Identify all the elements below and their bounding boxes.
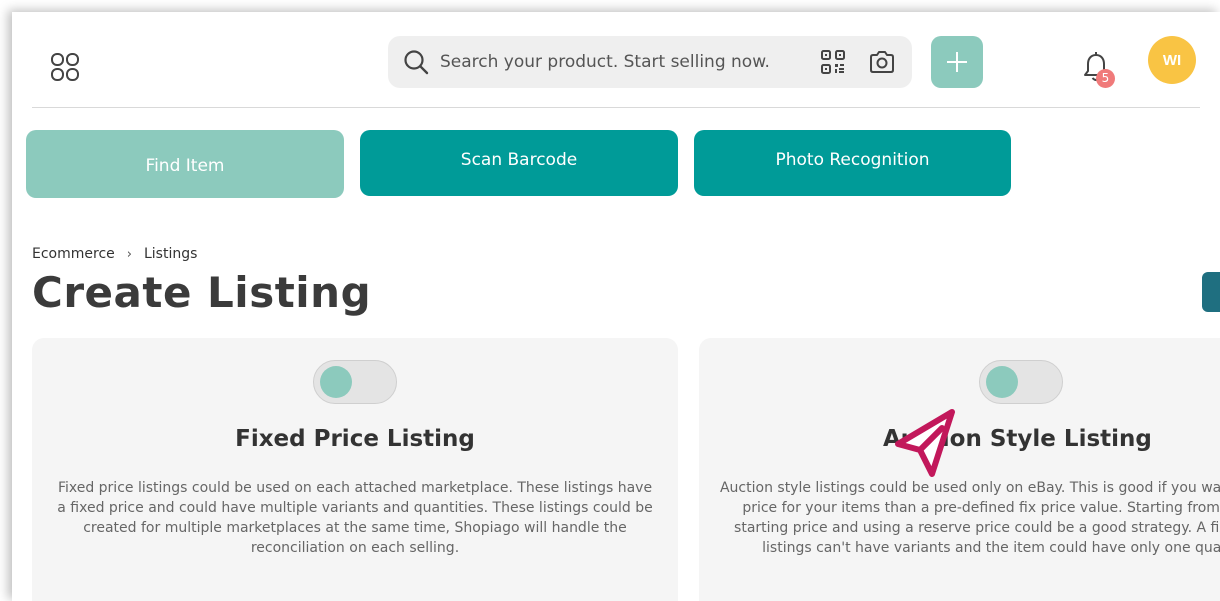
search-icon[interactable] <box>402 48 430 76</box>
plus-icon <box>947 52 967 72</box>
find-item-button[interactable]: Find Item <box>26 130 344 198</box>
page-title: Create Listing <box>32 268 372 317</box>
avatar-initials: WI <box>1162 51 1182 69</box>
breadcrumb: Ecommerce › Listings <box>32 246 197 262</box>
avatar[interactable]: WI <box>1148 36 1196 84</box>
search-bar <box>388 36 912 88</box>
app-window: 5 WI Find Item Scan Barcode Photo Recogn… <box>12 12 1220 601</box>
fixed-price-card[interactable]: Fixed Price Listing Fixed price listings… <box>32 338 678 601</box>
edge-action-button[interactable] <box>1202 272 1220 312</box>
fixed-price-title: Fixed Price Listing <box>235 426 475 452</box>
auction-style-title: Auction Style Listing <box>883 426 1152 452</box>
photo-recognition-button[interactable]: Photo Recognition <box>694 130 1011 196</box>
scan-barcode-button[interactable]: Scan Barcode <box>360 130 678 196</box>
fixed-price-description: Fixed price listings could be used on ea… <box>57 480 653 556</box>
grid-icon[interactable] <box>50 52 80 82</box>
toggle-knob <box>986 366 1018 398</box>
top-header: 5 WI <box>12 12 1220 108</box>
fixed-price-toggle[interactable] <box>313 360 397 404</box>
header-divider <box>32 107 1200 108</box>
auction-style-card[interactable]: Auction Style Listing Auction style list… <box>699 338 1220 601</box>
scan-barcode-label: Scan Barcode <box>460 150 578 170</box>
auction-style-description: Auction style listings could be used onl… <box>719 480 1220 556</box>
notification-badge: 5 <box>1096 69 1115 88</box>
search-input[interactable] <box>440 52 820 72</box>
photo-recognition-label: Photo Recognition <box>775 150 930 170</box>
toggle-knob <box>320 366 352 398</box>
camera-icon[interactable] <box>868 48 896 76</box>
breadcrumb-separator-icon: › <box>126 246 132 262</box>
breadcrumb-listings[interactable]: Listings <box>144 246 197 262</box>
find-item-label: Find Item <box>145 156 225 176</box>
qr-code-icon[interactable] <box>820 49 846 75</box>
breadcrumb-ecommerce[interactable]: Ecommerce <box>32 246 115 262</box>
auction-style-toggle[interactable] <box>979 360 1063 404</box>
add-button[interactable] <box>931 36 983 88</box>
